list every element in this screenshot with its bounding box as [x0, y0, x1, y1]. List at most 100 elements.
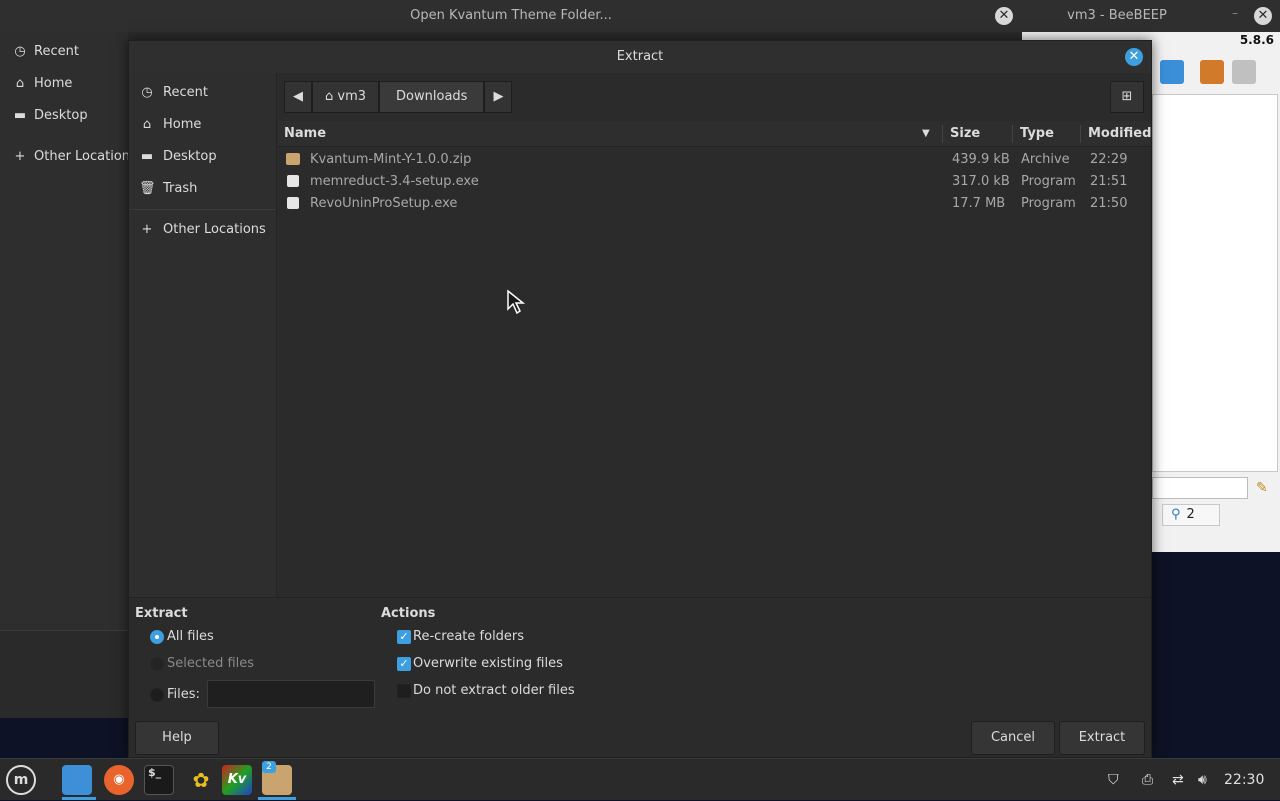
- dialog-close-button[interactable]: ✕: [1125, 48, 1143, 66]
- no-older-label: Do not extract older files: [413, 683, 575, 698]
- sidebar-item-home[interactable]: ⌂ Home: [139, 109, 273, 141]
- chevron-right-icon: ▶: [493, 89, 504, 104]
- beebeep-title: vm3 - BeeBEEP: [1067, 8, 1167, 23]
- path-button-vm3[interactable]: ⌂ vm3: [312, 81, 380, 113]
- file-name: memreduct-3.4-setup.exe: [310, 174, 479, 189]
- places-sidebar: ◷ Recent ⌂ Home ▬ Desktop 🗑︎ Trash + Other Lo…: [129, 73, 277, 597]
- overwrite-label: Overwrite existing files: [413, 656, 563, 671]
- shield-icon[interactable]: ⛉: [1108, 759, 1119, 801]
- column-type[interactable]: Type: [1020, 121, 1054, 147]
- files-pattern-input[interactable]: [207, 680, 375, 708]
- clock[interactable]: 22:30: [1224, 759, 1264, 801]
- file-row[interactable]: memreduct-3.4-setup.exe 317.0 kB Program…: [278, 171, 1151, 193]
- file-browser: ◀ ⌂ vm3 Downloads ▶ ⊞ Name ▼ Size Type M…: [278, 73, 1151, 597]
- help-button[interactable]: Help: [135, 721, 219, 755]
- volume-icon[interactable]: 🔊︎: [1198, 759, 1207, 801]
- plus-icon: +: [14, 149, 26, 164]
- bg-sidebar-item-home[interactable]: ⌂ Home: [12, 68, 73, 100]
- user-count-badge[interactable]: ⚲ 2: [1162, 504, 1220, 526]
- file-row[interactable]: Kvantum-Mint-Y-1.0.0.zip 439.9 kB Archiv…: [278, 149, 1151, 171]
- all-files-radio[interactable]: [150, 630, 164, 644]
- extract-button[interactable]: Extract: [1059, 721, 1145, 755]
- chat-pane: [1152, 94, 1278, 472]
- beebeep-close-button[interactable]: ✕: [1254, 7, 1272, 25]
- files-radio[interactable]: [150, 688, 164, 702]
- files-icon[interactable]: [62, 765, 92, 795]
- mouse-cursor-icon: [507, 289, 526, 315]
- dialog-titlebar: Extract ✕: [129, 41, 1151, 73]
- file-name: RevoUninProSetup.exe: [310, 196, 458, 211]
- firefox-icon[interactable]: ◉: [104, 765, 134, 795]
- column-size[interactable]: Size: [950, 121, 980, 147]
- no-older-checkbox[interactable]: [397, 684, 411, 698]
- home-icon: ⌂: [325, 89, 334, 104]
- file-name: Kvantum-Mint-Y-1.0.0.zip: [310, 152, 472, 167]
- home-icon: ⌂: [142, 117, 152, 132]
- sidebar-item-recent[interactable]: ◷ Recent: [139, 77, 273, 109]
- bg-lower-panel: [0, 630, 128, 718]
- file-modified: 22:29: [1090, 152, 1128, 167]
- file-size: 439.9 kB: [952, 152, 1010, 167]
- options-panel: Extract All files Selected files Files: …: [129, 597, 1151, 757]
- bg-titlebar: Open Kvantum Theme Folder... ✕: [0, 0, 1022, 32]
- bg-sidebar-item-other-locations[interactable]: + Other Locations: [12, 141, 137, 173]
- home-icon: ⌂: [15, 76, 25, 91]
- column-name[interactable]: Name: [284, 121, 326, 147]
- file-modified: 21:50: [1090, 196, 1128, 211]
- kvantum-icon[interactable]: Kv: [222, 765, 252, 795]
- trash-bin-icon[interactable]: [1232, 60, 1256, 84]
- column-separator: [942, 125, 943, 143]
- selected-files-label: Selected files: [167, 656, 255, 671]
- sidebar-item-desktop[interactable]: ▬ Desktop: [139, 141, 273, 173]
- column-modified[interactable]: Modified: [1088, 121, 1151, 147]
- path-back-button[interactable]: ◀: [284, 81, 312, 113]
- user-icon: ⚲: [1171, 507, 1181, 522]
- network-icon[interactable]: ⇄: [1172, 759, 1184, 801]
- recreate-folders-checkbox[interactable]: ✓: [397, 630, 411, 644]
- share-folder-icon[interactable]: [1200, 60, 1224, 84]
- sidebar-item-trash[interactable]: 🗑︎ Trash: [139, 173, 273, 205]
- archive-icon: [286, 153, 300, 165]
- printer-icon[interactable]: ⎙: [1142, 759, 1153, 801]
- selected-files-radio[interactable]: [150, 657, 164, 671]
- new-folder-button[interactable]: ⊞: [1110, 81, 1144, 113]
- sidebar-item-other-locations[interactable]: + Other Locations: [139, 214, 273, 246]
- minimize-icon[interactable]: –: [1232, 6, 1238, 20]
- file-row[interactable]: RevoUninProSetup.exe 17.7 MB Program 21:…: [278, 193, 1151, 215]
- dialog-title: Extract: [616, 49, 664, 64]
- tools-icon[interactable]: [1160, 60, 1184, 84]
- message-input[interactable]: [1152, 477, 1248, 499]
- broom-icon[interactable]: ✎: [1256, 480, 1268, 496]
- clock-icon: ◷: [141, 85, 153, 100]
- bg-sidebar: ◷ Recent ⌂ Home ▬ Desktop + Other Locations: [0, 32, 137, 630]
- trash-icon: 🗑︎: [139, 181, 156, 196]
- file-type: Archive: [1021, 152, 1070, 167]
- bg-sidebar-item-desktop[interactable]: ▬ Desktop: [12, 100, 88, 132]
- sort-desc-icon: ▼: [922, 128, 930, 139]
- path-forward-button[interactable]: ▶: [484, 81, 513, 113]
- file-type: Program: [1021, 196, 1076, 211]
- path-button-downloads[interactable]: Downloads: [379, 81, 485, 113]
- new-folder-icon: ⊞: [1121, 89, 1133, 104]
- cancel-button[interactable]: Cancel: [971, 721, 1055, 755]
- overwrite-checkbox[interactable]: ✓: [397, 657, 411, 671]
- bg-window-title: Open Kvantum Theme Folder...: [410, 8, 612, 23]
- window-count-badge: 2: [262, 761, 276, 773]
- file-size: 17.7 MB: [952, 196, 1006, 211]
- bg-close-button[interactable]: ✕: [995, 7, 1013, 25]
- file-type: Program: [1021, 174, 1076, 189]
- file-size: 317.0 kB: [952, 174, 1010, 189]
- program-icon: [287, 175, 299, 187]
- actions-heading: Actions: [381, 606, 436, 621]
- breadcrumb: ◀ ⌂ vm3 Downloads ▶: [284, 81, 513, 113]
- bg-sidebar-item-recent[interactable]: ◷ Recent: [12, 36, 79, 68]
- all-files-label: All files: [167, 629, 214, 644]
- desktop-icon: ▬: [13, 108, 27, 123]
- mint-menu-icon[interactable]: m: [6, 765, 36, 795]
- file-modified: 21:51: [1090, 174, 1128, 189]
- clock-icon: ◷: [14, 44, 26, 59]
- column-separator: [1012, 125, 1013, 143]
- plus-icon: +: [141, 222, 153, 237]
- beebeep-icon[interactable]: ✿: [186, 765, 216, 795]
- terminal-icon[interactable]: $_: [144, 765, 174, 795]
